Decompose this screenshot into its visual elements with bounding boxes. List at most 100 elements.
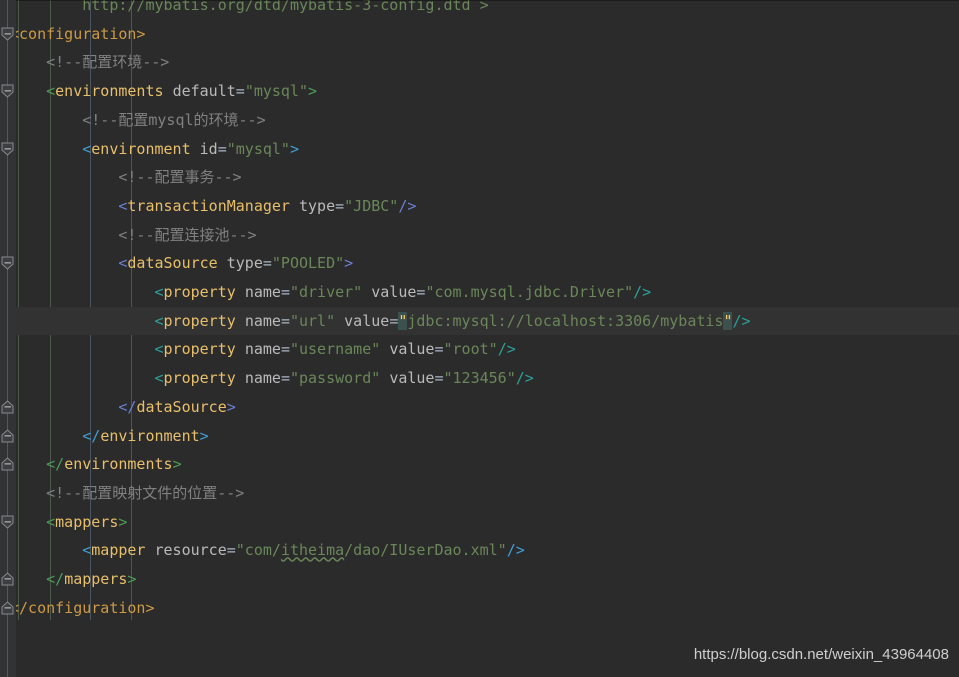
code-line[interactable]: <dataSource type="POOLED"> <box>0 249 959 277</box>
code-line[interactable]: </dataSource> <box>0 393 959 421</box>
code-token: "password" <box>289 369 381 388</box>
code-token: "com/ <box>235 541 281 560</box>
code-token: environments <box>64 455 173 474</box>
fold-collapse-icon[interactable] <box>0 255 16 271</box>
code-token: > <box>127 570 137 588</box>
code-line[interactable]: <mapper resource="com/itheima/dao/IUserD… <box>0 536 959 564</box>
code-token: = <box>235 82 245 101</box>
code-token: </ <box>10 397 137 416</box>
code-token: < <box>10 311 164 330</box>
code-token: <!--配置连接池--> <box>10 225 257 244</box>
scroll-top-shadow <box>16 0 959 1</box>
code-line[interactable]: </environment> <box>0 422 959 450</box>
code-line[interactable]: <!--配置连接池--> <box>0 221 959 249</box>
code-line[interactable]: <!--配置映射文件的位置--> <box>0 479 959 507</box>
code-token: "root" <box>443 340 498 359</box>
code-token: <!--配置mysql的环境--> <box>10 110 266 129</box>
code-editor[interactable]: http://mybatis.org/dtd/mybatis-3-config.… <box>0 0 959 677</box>
code-token: name <box>244 283 281 301</box>
code-line[interactable]: <environments default="mysql"> <box>0 77 959 105</box>
code-token: type <box>226 254 263 273</box>
code-token: "driver" <box>289 283 363 301</box>
code-token: name <box>244 340 281 359</box>
code-token: = <box>434 369 444 388</box>
code-line[interactable]: <!--配置mysql的环境--> <box>0 106 959 134</box>
code-token: "mysql" <box>226 139 290 158</box>
editor-gutter[interactable] <box>0 0 16 677</box>
code-token: </configuration> <box>10 598 155 617</box>
code-line[interactable]: <!--配置事务--> <box>0 163 959 191</box>
code-token: property <box>163 311 236 330</box>
code-token: jdbc:mysql://localhost:3306/mybatis <box>407 311 724 330</box>
code-line[interactable]: <property name="username" value="root"/> <box>0 335 959 363</box>
fold-end-icon[interactable] <box>0 571 16 587</box>
code-line[interactable]: http://mybatis.org/dtd/mybatis-3-config.… <box>0 0 959 19</box>
code-line[interactable]: <!--配置环境--> <box>0 48 959 76</box>
code-token: /dao/IUserDao.xml" <box>344 541 507 560</box>
code-token: id <box>199 139 218 158</box>
code-token: mappers <box>55 512 119 531</box>
code-token: < <box>10 196 128 215</box>
code-token: type <box>299 196 336 215</box>
code-line[interactable]: <property name="url" value="jdbc:mysql:/… <box>0 307 959 335</box>
fold-end-icon[interactable] <box>0 399 16 415</box>
code-line[interactable]: <property name="password" value="123456"… <box>0 364 959 392</box>
code-line[interactable]: </mappers> <box>0 565 959 593</box>
code-token: mappers <box>64 570 128 588</box>
code-token: environment <box>91 139 191 158</box>
fold-end-icon[interactable] <box>0 428 16 444</box>
code-token: = <box>280 369 290 388</box>
code-line[interactable]: </environments> <box>0 450 959 478</box>
code-token: > <box>118 512 128 531</box>
fold-collapse-icon[interactable] <box>0 26 16 42</box>
code-token: "POOLED" <box>271 254 345 273</box>
code-token: value <box>389 369 435 388</box>
code-line[interactable]: </configuration> <box>0 594 959 622</box>
code-token: > <box>226 397 236 416</box>
code-text-layer[interactable]: http://mybatis.org/dtd/mybatis-3-config.… <box>0 0 959 677</box>
fold-end-icon[interactable] <box>0 456 16 472</box>
code-token: < <box>10 541 92 560</box>
code-token: name <box>244 369 281 388</box>
code-line[interactable]: <transactionManager type="JDBC"/> <box>0 192 959 220</box>
fold-collapse-icon[interactable] <box>0 83 16 99</box>
code-token: /> <box>506 541 525 560</box>
code-token: < <box>10 283 164 301</box>
code-token: < <box>10 340 164 359</box>
code-token: < <box>10 82 56 101</box>
code-token: < <box>10 512 56 531</box>
code-token: "username" <box>289 340 381 359</box>
code-token: "com.mysql.jdbc.Driver" <box>425 283 634 301</box>
code-token: = <box>262 254 272 273</box>
code-token: = <box>217 139 227 158</box>
code-token: dataSource <box>136 397 227 416</box>
code-token: </ <box>10 426 101 445</box>
code-token: dataSource <box>127 254 218 273</box>
fold-collapse-icon[interactable] <box>0 141 16 157</box>
code-line[interactable]: <environment id="mysql"> <box>0 135 959 163</box>
code-token: /> <box>515 369 534 388</box>
code-token: > <box>308 82 318 101</box>
code-token: </ <box>10 570 65 588</box>
code-token: name <box>244 311 281 330</box>
code-line[interactable]: <mappers> <box>0 508 959 536</box>
code-token: <!--配置映射文件的位置--> <box>10 483 245 502</box>
code-token: mapper <box>91 541 146 560</box>
code-token: "mysql" <box>244 82 309 101</box>
code-token: > <box>344 254 354 273</box>
code-line[interactable]: <configuration> <box>0 20 959 48</box>
code-token: < <box>10 369 164 388</box>
code-token: itheima <box>280 541 345 560</box>
code-token: /> <box>398 196 417 215</box>
code-token: = <box>226 541 236 560</box>
code-token: property <box>163 340 236 359</box>
fold-collapse-icon[interactable] <box>0 514 16 530</box>
fold-end-icon[interactable] <box>0 600 16 616</box>
code-line[interactable]: <property name="driver" value="com.mysql… <box>0 278 959 306</box>
